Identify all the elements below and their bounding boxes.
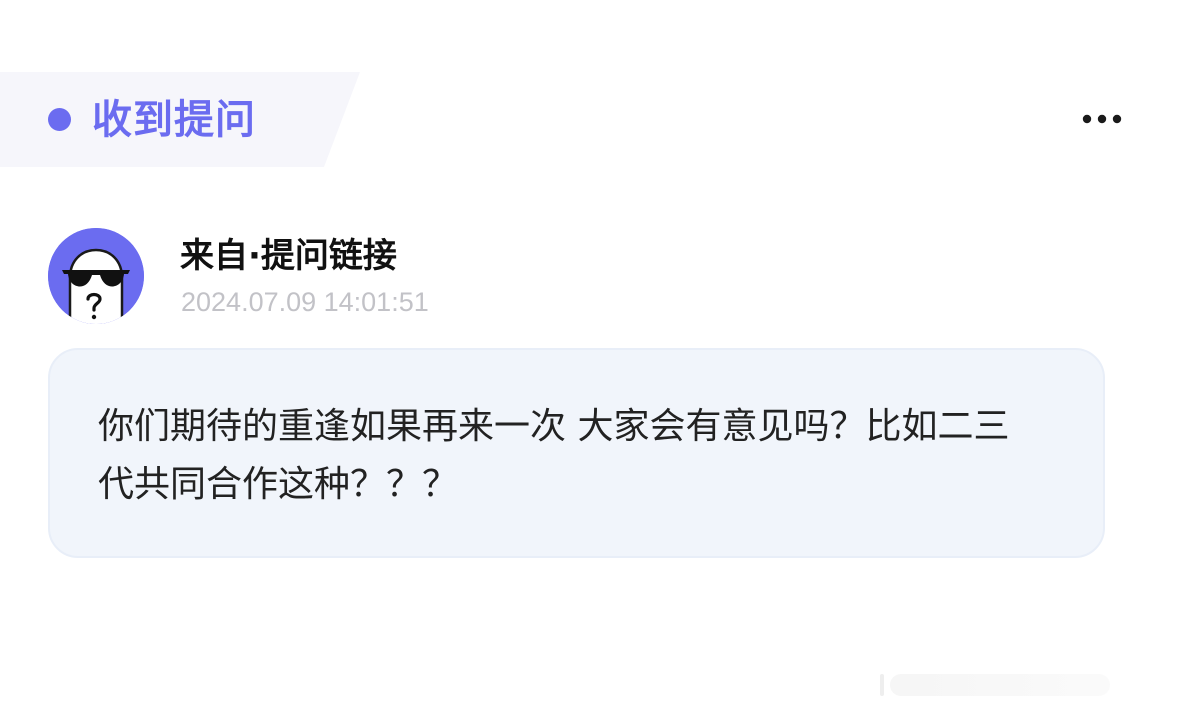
watermark-bar: [880, 674, 884, 696]
more-options-button[interactable]: [1076, 104, 1128, 134]
header-dot-icon: [48, 108, 71, 131]
sunglasses-ghost-avatar-icon: [48, 228, 144, 324]
ellipsis-horizontal-icon: [1082, 114, 1122, 124]
sender-timestamp: 2024.07.09 14:01:51: [181, 287, 429, 317]
question-card[interactable]: 你们期待的重逢如果再来一次 大家会有意见吗？比如二三代共同合作这种？？？: [48, 348, 1105, 558]
question-page: 收到提问 来自·提问链接 2024.07.09 14:01:51 你们期待的重逢…: [0, 0, 1179, 714]
sender-name: 来自·提问链接: [180, 236, 397, 276]
question-text: 你们期待的重逢如果再来一次 大家会有意见吗？比如二三代共同合作这种？？？: [98, 406, 1010, 505]
page-title: 收到提问: [92, 97, 256, 143]
avatar[interactable]: [48, 228, 144, 324]
watermark-blur: [890, 674, 1110, 696]
watermark: [880, 668, 1170, 702]
